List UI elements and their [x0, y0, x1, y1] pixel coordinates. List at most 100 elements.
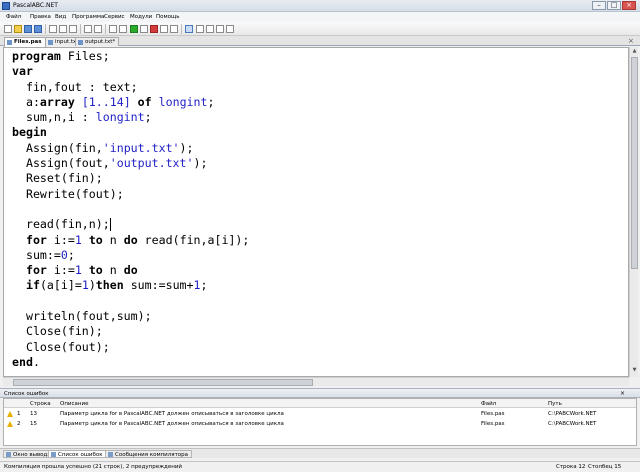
error-list-icon — [51, 452, 56, 457]
code-token: to — [88, 263, 103, 278]
code-line[interactable]: writeln(fout,sum); — [12, 309, 249, 324]
step-into-icon[interactable] — [160, 25, 168, 33]
column-line[interactable]: Строка — [30, 401, 51, 407]
code-line[interactable]: Reset(fin); — [12, 171, 249, 186]
code-line[interactable] — [12, 202, 249, 217]
error-row[interactable]: 1 13 Параметр цикла for в PascalABC.NET … — [4, 409, 636, 419]
menu-modules[interactable]: Модули — [130, 14, 152, 20]
compile-icon[interactable] — [109, 25, 117, 33]
code-token: end — [12, 354, 33, 369]
open-file-icon[interactable] — [14, 25, 22, 33]
code-line[interactable]: Assign(fin,'input.txt'); — [12, 141, 249, 156]
step-icon[interactable] — [140, 25, 148, 33]
warning-icon — [7, 421, 13, 427]
code-line[interactable]: Assign(fout,'output.txt'); — [12, 156, 249, 171]
tab-compiler-messages[interactable]: Сообщения компилятора — [105, 450, 193, 458]
code-token: longint — [95, 110, 145, 125]
scroll-up-icon[interactable]: ▲ — [631, 48, 638, 56]
code-line[interactable]: var — [12, 64, 249, 79]
code-line[interactable]: read(fin,n); — [12, 217, 249, 232]
code-line[interactable]: sum,n,i : longint; — [12, 110, 249, 125]
code-line[interactable]: end. — [12, 355, 249, 370]
error-panel-title: Список ошибок × — [0, 388, 640, 398]
code-line[interactable]: if(a[i]=1)then sum:=sum+1; — [12, 278, 249, 293]
menu-program[interactable]: Программа — [72, 14, 104, 20]
tab-output-txt[interactable]: output.txt* — [75, 37, 120, 46]
output-window-icon[interactable] — [185, 25, 193, 33]
minimize-button[interactable]: – — [592, 1, 606, 10]
hscroll-thumb[interactable] — [13, 379, 313, 386]
save-icon[interactable] — [24, 25, 32, 33]
status-message: Компиляция прошла успешно (21 строк), 2 … — [4, 464, 182, 470]
cut-icon[interactable] — [49, 25, 57, 33]
code-line[interactable]: for i:=1 to n do read(fin,a[i]); — [12, 233, 249, 248]
maximize-button[interactable]: □ — [607, 1, 621, 10]
menu-help[interactable]: Помощь — [156, 14, 179, 20]
redo-icon[interactable] — [94, 25, 102, 33]
code-line[interactable] — [12, 294, 249, 309]
column-description[interactable]: Описание — [60, 401, 88, 407]
code-token: Rewrite(fout); — [12, 186, 124, 201]
code-token: n — [102, 263, 124, 278]
menu-edit[interactable]: Правка — [30, 14, 51, 20]
paste-icon[interactable] — [69, 25, 77, 33]
new-file-icon[interactable] — [4, 25, 12, 33]
code-token: program — [12, 49, 61, 63]
compiler-messages-icon — [108, 452, 113, 457]
code-line[interactable]: Close(fin); — [12, 324, 249, 339]
copy-icon[interactable] — [59, 25, 67, 33]
output-icon — [6, 452, 11, 457]
code-line[interactable]: fin,fout : text; — [12, 80, 249, 95]
vertical-scrollbar[interactable]: ▲ ▼ — [629, 47, 638, 377]
build-icon[interactable] — [119, 25, 127, 33]
designer-icon[interactable] — [206, 25, 214, 33]
code-line[interactable]: sum:=0; — [12, 248, 249, 263]
code-token: 'output.txt' — [109, 156, 194, 171]
tab-error-list[interactable]: Список ошибок — [48, 450, 107, 458]
undo-icon[interactable] — [84, 25, 92, 33]
code-token: ); — [193, 156, 208, 171]
stop-icon[interactable] — [150, 25, 158, 33]
tab-files-pas[interactable]: Files.pas — [4, 37, 46, 47]
code-token: writeln(fout,sum); — [12, 309, 152, 324]
format-code-icon[interactable] — [196, 25, 204, 33]
code-line[interactable]: begin — [12, 125, 249, 140]
code-line[interactable]: a:array [1..14] of longint; — [12, 95, 249, 110]
close-button[interactable]: × — [622, 1, 636, 10]
tab-output-window[interactable]: Окно вывода — [3, 450, 55, 458]
window-title: PascalABC.NET — [13, 2, 58, 9]
scroll-thumb[interactable] — [631, 57, 638, 269]
code-line[interactable]: Close(fout); — [12, 340, 249, 355]
code-token: Assign(fin, — [12, 140, 103, 155]
code-token: ; — [67, 247, 75, 262]
column-file[interactable]: Файл — [481, 401, 496, 407]
step-over-icon[interactable] — [170, 25, 178, 33]
code-token: Files; — [60, 49, 110, 63]
error-row[interactable]: 2 15 Параметр цикла for в PascalABC.NET … — [4, 419, 636, 429]
horizontal-scrollbar[interactable] — [3, 377, 629, 386]
panel-close-icon[interactable]: × — [620, 390, 625, 397]
save-all-icon[interactable] — [34, 25, 42, 33]
code-text[interactable]: program Files; var fin,fout : text; a:arr… — [12, 49, 249, 370]
code-line[interactable]: for i:=1 to n do — [12, 263, 249, 278]
code-line[interactable]: Rewrite(fout); — [12, 187, 249, 202]
warning-icon — [7, 411, 13, 417]
code-token: ; — [207, 94, 215, 109]
run-icon[interactable] — [130, 25, 138, 33]
column-path[interactable]: Путь — [548, 401, 562, 407]
scroll-down-icon[interactable]: ▼ — [631, 367, 638, 375]
code-editor[interactable]: program Files; var fin,fout : text; a:arr… — [3, 47, 629, 377]
menu-tools[interactable]: Сервис — [104, 14, 125, 20]
code-line[interactable]: program Files; — [12, 49, 249, 64]
code-token: ); — [179, 140, 194, 155]
help-icon[interactable] — [226, 25, 234, 33]
menu-file[interactable]: Файл — [6, 14, 21, 20]
close-tab-icon[interactable]: × — [628, 37, 634, 45]
menu-view[interactable]: Вид — [55, 14, 66, 20]
code-token: . — [32, 354, 40, 369]
code-token: longint — [158, 94, 208, 109]
options-icon[interactable] — [216, 25, 224, 33]
